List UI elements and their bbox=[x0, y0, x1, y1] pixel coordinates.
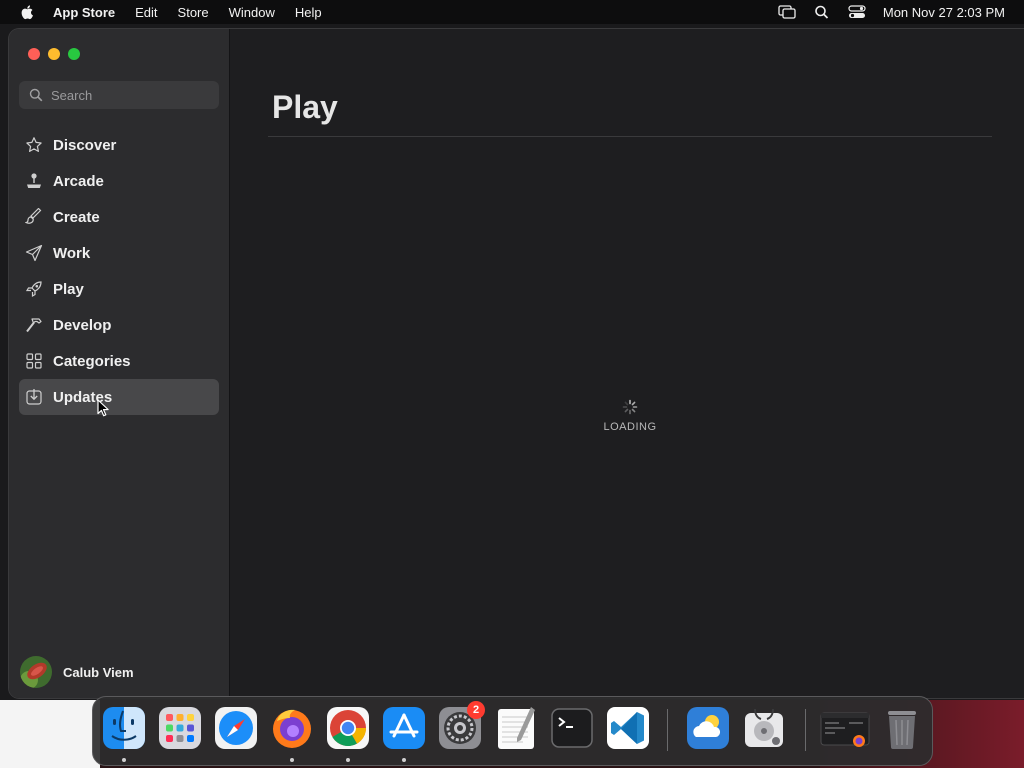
running-indicator bbox=[122, 758, 126, 762]
menu-store[interactable]: Store bbox=[178, 5, 209, 20]
firefox-window-icon[interactable] bbox=[819, 705, 871, 751]
avatar-image bbox=[20, 656, 52, 688]
sidebar-item-label: Develop bbox=[53, 316, 112, 334]
spotlight-search-icon[interactable] bbox=[813, 5, 831, 19]
system-settings-icon[interactable]: 2 bbox=[437, 701, 485, 751]
sidebar-item-label: Categories bbox=[53, 352, 131, 370]
vscode-icon[interactable] bbox=[605, 705, 651, 751]
mouse-pointer-icon bbox=[97, 399, 109, 417]
fullscreen-window-button[interactable] bbox=[68, 48, 80, 60]
grid-icon bbox=[26, 353, 42, 369]
menu-app-name[interactable]: App Store bbox=[53, 5, 115, 20]
finder-icon[interactable] bbox=[101, 705, 147, 751]
sidebar: Discover Arcade Create bbox=[9, 29, 230, 698]
sidebar-item-categories[interactable]: Categories bbox=[19, 343, 219, 379]
app-store-icon[interactable] bbox=[381, 705, 427, 751]
minimize-window-button[interactable] bbox=[48, 48, 60, 60]
weather-icon[interactable] bbox=[685, 705, 731, 751]
avatar[interactable] bbox=[20, 656, 52, 688]
menu-edit[interactable]: Edit bbox=[135, 5, 157, 20]
disk-utility-icon[interactable] bbox=[741, 705, 787, 751]
menu-bar: App Store Edit Store Window Help Mon Nov… bbox=[0, 0, 1024, 24]
search-input[interactable] bbox=[51, 87, 201, 103]
sidebar-item-updates[interactable]: Updates bbox=[19, 379, 219, 415]
dock: 2 bbox=[92, 696, 933, 766]
apple-icon[interactable] bbox=[20, 4, 36, 20]
trash-icon[interactable] bbox=[879, 705, 925, 751]
running-indicator bbox=[290, 758, 294, 762]
desktop-window-edge bbox=[0, 700, 100, 768]
rocket-icon bbox=[25, 281, 42, 298]
sidebar-item-label: Discover bbox=[53, 136, 117, 154]
app-store-window: Discover Arcade Create bbox=[9, 29, 1024, 698]
running-indicator bbox=[402, 758, 406, 762]
download-icon bbox=[26, 389, 42, 405]
notification-badge: 2 bbox=[467, 701, 485, 719]
spinner-icon bbox=[622, 399, 638, 415]
star-icon bbox=[26, 137, 42, 152]
safari-icon[interactable] bbox=[213, 705, 259, 751]
sidebar-item-create[interactable]: Create bbox=[19, 199, 219, 235]
user-name: Calub Viem bbox=[63, 664, 134, 680]
joystick-icon bbox=[27, 173, 41, 188]
user-account[interactable]: Calub Viem bbox=[20, 656, 134, 688]
search-field[interactable] bbox=[19, 81, 219, 109]
screen-mirroring-icon[interactable] bbox=[778, 5, 796, 19]
sidebar-item-develop[interactable]: Develop bbox=[19, 307, 219, 343]
paper-plane-icon bbox=[25, 244, 43, 262]
sidebar-item-label: Create bbox=[53, 208, 100, 226]
chrome-icon[interactable] bbox=[325, 705, 371, 751]
terminal-icon[interactable] bbox=[549, 705, 595, 751]
sidebar-nav: Discover Arcade Create Work Play Develop… bbox=[19, 127, 219, 415]
sidebar-item-label: Arcade bbox=[53, 172, 104, 190]
sidebar-item-label: Play bbox=[53, 280, 84, 298]
sidebar-item-play[interactable]: Play bbox=[19, 271, 219, 307]
menu-bar-clock[interactable]: Mon Nov 27 2:03 PM bbox=[883, 5, 1005, 20]
title-divider bbox=[268, 136, 992, 137]
sidebar-item-arcade[interactable]: Arcade bbox=[19, 163, 219, 199]
control-center-icon[interactable] bbox=[848, 5, 866, 19]
menu-help[interactable]: Help bbox=[295, 5, 322, 20]
sidebar-item-label: Work bbox=[53, 244, 91, 262]
sidebar-item-discover[interactable]: Discover bbox=[19, 127, 219, 163]
page-title: Play bbox=[272, 89, 338, 125]
brush-icon bbox=[25, 208, 42, 224]
dock-separator bbox=[805, 709, 806, 751]
loading-label: LOADING bbox=[603, 421, 657, 433]
window-controls bbox=[28, 48, 80, 60]
launchpad-icon[interactable] bbox=[157, 705, 203, 751]
running-indicator bbox=[346, 758, 350, 762]
loading-indicator: LOADING bbox=[595, 399, 665, 433]
sidebar-item-work[interactable]: Work bbox=[19, 235, 219, 271]
firefox-icon[interactable] bbox=[269, 705, 315, 751]
main-content: Play LOADING bbox=[230, 29, 1024, 698]
close-window-button[interactable] bbox=[28, 48, 40, 60]
dock-separator bbox=[667, 709, 668, 751]
textedit-icon[interactable] bbox=[493, 705, 539, 751]
menu-window[interactable]: Window bbox=[229, 5, 275, 20]
search-icon bbox=[29, 88, 43, 102]
hammer-icon bbox=[26, 318, 42, 333]
